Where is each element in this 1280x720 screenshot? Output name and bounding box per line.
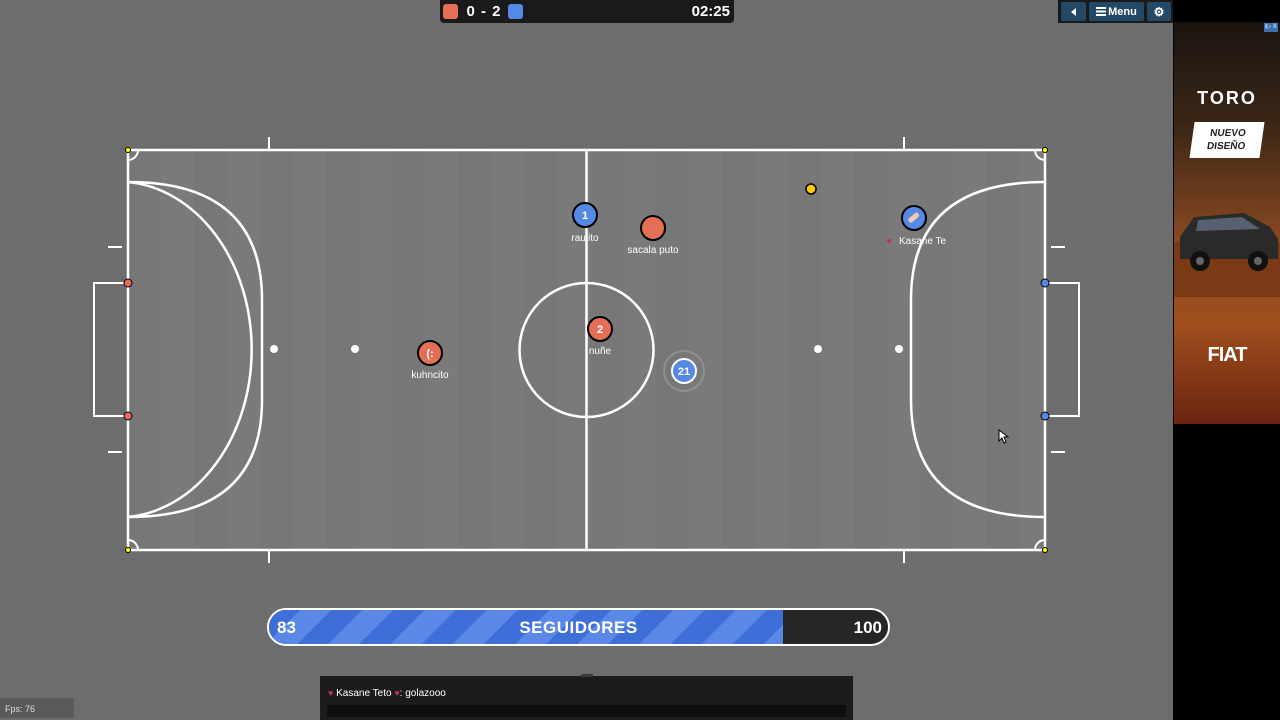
penalty-spot [895, 345, 903, 353]
ad-sidebar: i▷ X TORO NUEVO DISEÑO FIAT [1173, 0, 1280, 720]
player-name: nuñe [589, 346, 612, 357]
right-goal [1045, 282, 1080, 417]
chat-message: ♥ Kasane Teto ♥: golazooo [328, 688, 446, 699]
chat-text: : golazooo [399, 688, 446, 699]
heart-icon: ♥ [328, 688, 334, 698]
red-team-indicator [443, 4, 458, 19]
scoreboard: 0 - 2 02:25 [440, 0, 734, 23]
fps-counter: Fps: 76 [0, 698, 74, 718]
car-image [1174, 213, 1280, 297]
mouse-cursor-icon [998, 429, 1010, 444]
right-goal-post [1040, 411, 1050, 421]
ball [805, 183, 817, 195]
game-canvas[interactable]: 1 raulito sacala puto ♥ Kasane Te 2 nuñe… [0, 0, 1173, 720]
ad-brand: TORO [1197, 88, 1257, 108]
player-avatar: 2 [597, 324, 603, 336]
penalty-spot [814, 345, 822, 353]
chat-input[interactable] [327, 705, 846, 717]
match-timer: 02:25 [691, 3, 730, 20]
player-name: sacala puto [627, 245, 679, 256]
ad-choices-badge[interactable]: i▷ X [1264, 23, 1278, 32]
chat-panel: ♥ Kasane Teto ♥: golazooo [320, 674, 853, 720]
ad-logo: FIAT [1207, 344, 1248, 366]
ad-tagline-line2: DISEÑO [1206, 141, 1247, 152]
ad-banner[interactable]: i▷ X TORO NUEVO DISEÑO FIAT [1174, 22, 1280, 424]
penalty-spot [270, 345, 278, 353]
triangle-left-icon [1070, 7, 1076, 16]
progress-max: 100 [853, 618, 882, 637]
player-avatar: 1 [582, 210, 588, 222]
player-avatar: 21 [678, 366, 690, 378]
score: 0 - 2 [466, 3, 502, 20]
ad-tagline-line1: NUEVO [1209, 128, 1247, 139]
player-name: raulito [571, 233, 599, 244]
heart-icon: ♥ [886, 236, 891, 246]
player-name: kuhncito [411, 370, 449, 381]
gear-icon: ⚙ [1153, 4, 1165, 19]
left-goal [93, 282, 128, 417]
player-nune: 2 nuñe [587, 316, 613, 357]
followers-progress-bar: 83 SEGUIDORES 100 [267, 608, 890, 646]
chat-author: Kasane Teto [336, 688, 392, 699]
left-goal-post [123, 411, 133, 421]
menu-label: Menu [1108, 5, 1137, 18]
blue-team-indicator [508, 4, 523, 19]
left-goal-post [123, 278, 133, 288]
progress-label: SEGUIDORES [519, 618, 638, 637]
player-avatar: (: [426, 348, 433, 360]
player-name: Kasane Te [899, 236, 947, 247]
chat-resize-handle[interactable] [581, 674, 593, 677]
right-goal-post [1040, 278, 1050, 288]
menu-button[interactable]: Menu [1089, 2, 1144, 21]
ad-tagline: NUEVO DISEÑO [1189, 122, 1265, 158]
settings-button[interactable]: ⚙ [1147, 2, 1171, 21]
penalty-spot [351, 345, 359, 353]
hamburger-icon [1096, 7, 1107, 16]
top-menu-bar: Menu ⚙ [1058, 0, 1173, 23]
back-button[interactable] [1061, 2, 1086, 21]
